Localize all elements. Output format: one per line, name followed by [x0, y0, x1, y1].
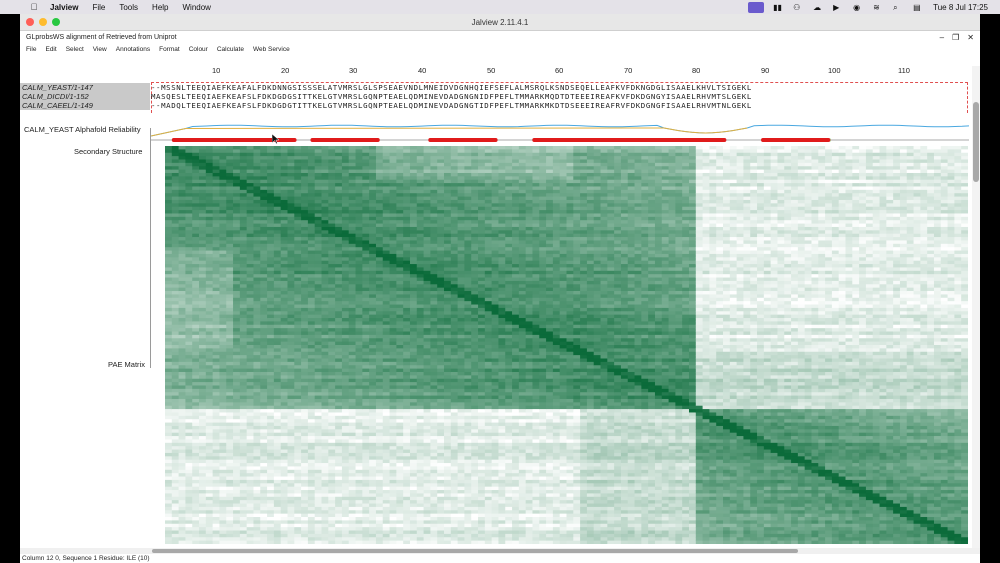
minimize-frame-icon[interactable]: – — [940, 33, 944, 42]
cloud-icon[interactable]: ☁ — [813, 3, 824, 12]
menu-edit[interactable]: Edit — [45, 46, 56, 53]
frame-controls: – ❐ ✕ — [940, 33, 974, 42]
secondary-structure-label[interactable]: Secondary Structure — [74, 147, 142, 156]
menu-web-service[interactable]: Web Service — [253, 46, 290, 53]
play-icon[interactable]: ▶ — [833, 3, 844, 12]
menubar-app-name[interactable]: Jalview — [50, 3, 78, 12]
vertical-scrollbar[interactable] — [972, 66, 980, 548]
ss-helix — [310, 138, 380, 142]
jalview-menubar: File Edit Select View Annotations Format… — [20, 44, 980, 55]
ss-helix — [428, 138, 498, 142]
macos-menubar:  Jalview File Tools Help Window ▮▮ ⚇ ☁ … — [0, 0, 1000, 14]
vertical-scroll-thumb[interactable] — [973, 102, 979, 182]
alignment-panel: 10 20 30 40 50 60 70 80 90 100 110 CALM_… — [20, 66, 980, 548]
pae-matrix-heatmap[interactable] — [165, 146, 968, 544]
menubar-item-help[interactable]: Help — [152, 3, 168, 12]
menubar-item-file[interactable]: File — [92, 3, 105, 12]
ruler-label: 60 — [555, 66, 564, 75]
column-ruler[interactable]: 10 20 30 40 50 60 70 80 90 100 110 — [150, 66, 968, 80]
ss-helix — [532, 138, 727, 142]
control-center-icon[interactable]: ▤ — [913, 3, 924, 12]
window-controls — [26, 18, 60, 26]
menu-view[interactable]: View — [93, 46, 107, 53]
menu-select[interactable]: Select — [66, 46, 84, 53]
ruler-label: 50 — [487, 66, 496, 75]
status-bar: Column 12 0, Sequence 1 Residue: ILE (10… — [20, 554, 980, 563]
menu-format[interactable]: Format — [159, 46, 180, 53]
jalview-window: Jalview 2.11.4.1 GLprobsWS alignment of … — [20, 14, 980, 563]
sequence-id[interactable]: CALM_DICDI/1-152 — [20, 92, 150, 101]
ruler-label: 70 — [624, 66, 633, 75]
restore-frame-icon[interactable]: ❐ — [952, 33, 959, 42]
wifi-icon[interactable]: ≋ — [873, 3, 884, 12]
sequence-residues[interactable]: --MADQLTEEQIAEFKEAFSLFDKDGDGTITTKELGTVMR… — [151, 101, 969, 110]
pae-matrix-label[interactable]: PAE Matrix — [108, 360, 145, 369]
menu-file[interactable]: File — [26, 46, 36, 53]
minimize-window-icon[interactable] — [39, 18, 47, 26]
ruler-label: 80 — [692, 66, 701, 75]
ruler-label: 90 — [761, 66, 770, 75]
ruler-label: 20 — [281, 66, 290, 75]
reliability-annotation-label[interactable]: CALM_YEAST Alphafold Reliability — [24, 125, 141, 134]
annotation-divider — [150, 128, 151, 368]
screen-record-icon[interactable] — [748, 1, 765, 13]
menu-calculate[interactable]: Calculate — [217, 46, 244, 53]
sequence-residues[interactable]: --MSSNLTEEQIAEFKEAFALFDKDNNGSISSSELATVMR… — [151, 83, 969, 92]
battery-icon[interactable]: ▮▮ — [773, 3, 784, 12]
ruler-label: 110 — [898, 66, 910, 75]
sequence-id[interactable]: CALM_CAEEL/1-149 — [20, 101, 150, 110]
menubar-clock[interactable]: Tue 8 Jul 17:25 — [933, 3, 988, 12]
zoom-window-icon[interactable] — [52, 18, 60, 26]
window-titlebar[interactable]: Jalview 2.11.4.1 — [20, 14, 980, 31]
apple-icon[interactable]:  — [28, 1, 40, 13]
window-title: Jalview 2.11.4.1 — [471, 17, 529, 27]
reliability-low-segment — [151, 127, 748, 137]
sequence-residues[interactable]: MASQESLTEEQIAEFKEAFSLFDKDGDGSITTKELGTVMR… — [151, 92, 969, 101]
menu-colour[interactable]: Colour — [189, 46, 208, 53]
close-window-icon[interactable] — [26, 18, 34, 26]
alignment-frame-titlebar[interactable]: GLprobsWS alignment of Retrieved from Un… — [20, 31, 980, 44]
ss-helix — [761, 138, 831, 142]
mouse-pointer-icon — [272, 134, 279, 144]
horizontal-scroll-thumb[interactable] — [152, 549, 798, 553]
ruler-label: 40 — [418, 66, 427, 75]
control-icon[interactable]: ◉ — [853, 3, 864, 12]
ruler-label: 10 — [212, 66, 221, 75]
close-frame-icon[interactable]: ✕ — [967, 33, 974, 42]
menu-annotations[interactable]: Annotations — [116, 46, 150, 53]
ruler-label: 30 — [349, 66, 358, 75]
menubar-item-tools[interactable]: Tools — [119, 3, 138, 12]
bluetooth-icon[interactable]: ⚇ — [793, 3, 804, 12]
ruler-label: 100 — [828, 66, 841, 75]
search-icon[interactable]: ⌕ — [893, 3, 904, 12]
sequence-id[interactable]: CALM_YEAST/1-147 — [20, 83, 150, 92]
alignment-frame-title: GLprobsWS alignment of Retrieved from Un… — [26, 34, 177, 41]
menubar-status-area: ▮▮ ⚇ ☁ ▶ ◉ ≋ ⌕ ▤ Tue 8 Jul 17:25 — [748, 0, 988, 14]
menubar-item-window[interactable]: Window — [183, 3, 211, 12]
